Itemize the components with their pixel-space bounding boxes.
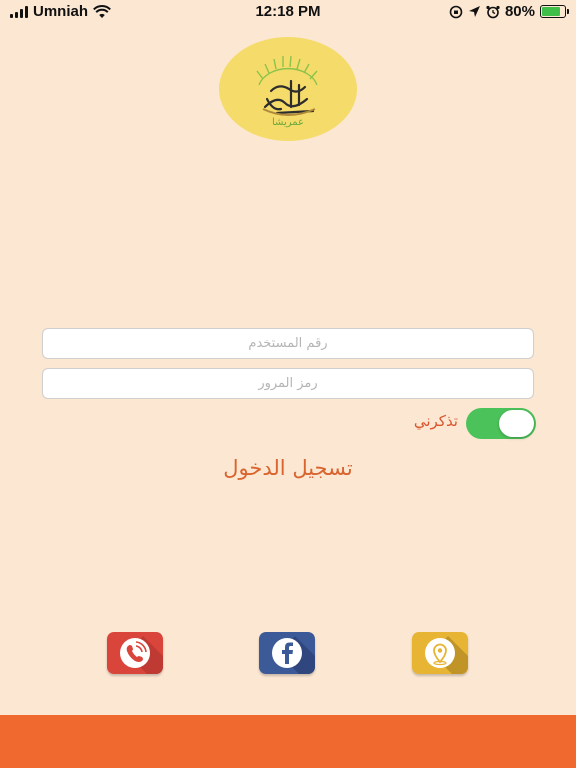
alarm-icon: [486, 5, 500, 18]
toggle-knob: [499, 410, 534, 437]
app-logo: عمريشا: [219, 37, 357, 141]
location-pin-icon: [425, 636, 468, 674]
battery-percent: 80%: [504, 3, 535, 20]
phone-icon: [120, 636, 163, 674]
username-input[interactable]: [42, 328, 534, 359]
bottom-bar: [0, 715, 576, 768]
logo-caption: عمريشا: [271, 117, 305, 128]
location-button[interactable]: [412, 632, 468, 674]
status-right: 80%: [449, 3, 569, 20]
remember-me-toggle[interactable]: [466, 408, 536, 439]
remember-me-label: تذكرني: [413, 412, 458, 430]
screen-lock-icon: [449, 5, 463, 18]
battery-icon: [540, 5, 569, 18]
status-bar: Umniah 12:18 PM 80%: [0, 0, 576, 24]
facebook-button[interactable]: [259, 632, 315, 674]
battery-fill: [542, 7, 560, 16]
password-input[interactable]: [42, 368, 534, 399]
facebook-icon: [272, 636, 315, 674]
phone-button[interactable]: [107, 632, 163, 674]
location-arrow-icon: [468, 6, 480, 17]
login-button[interactable]: تسجيل الدخول: [188, 451, 388, 485]
